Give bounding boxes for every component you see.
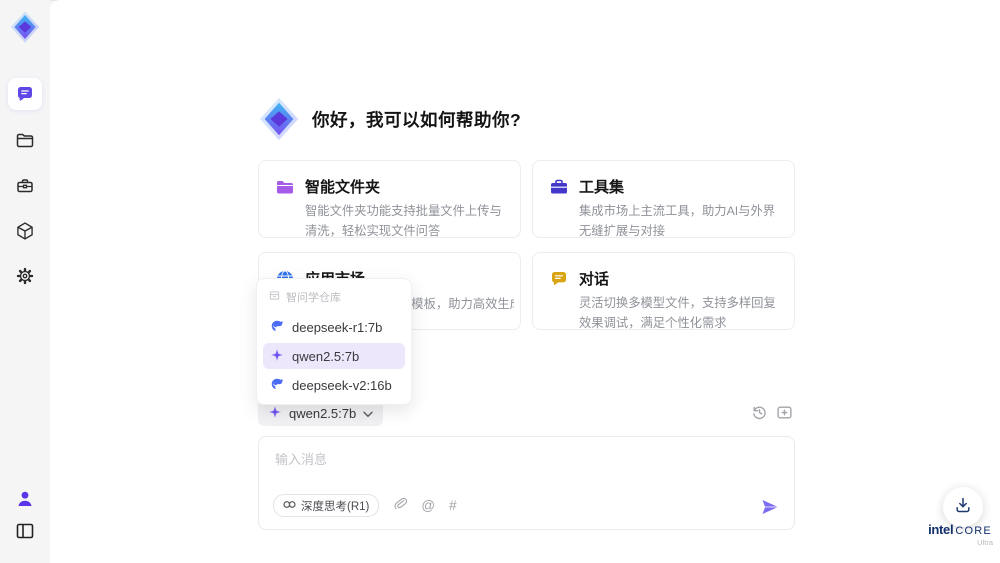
sidebar-item-account[interactable]	[0, 489, 50, 514]
sidebar	[0, 0, 50, 563]
download-icon	[953, 495, 973, 520]
folder-icon	[15, 131, 35, 156]
qwen-icon	[270, 348, 284, 365]
composer: 深度思考(R1) @ #	[258, 436, 795, 530]
cube-icon	[15, 221, 35, 246]
model-option-qwen[interactable]: qwen2.5:7b	[263, 343, 405, 369]
deepthink-icon	[283, 500, 296, 512]
deepseek-icon	[270, 319, 284, 336]
hash-icon[interactable]: #	[449, 499, 457, 513]
download-button[interactable]	[943, 487, 983, 527]
toolbox-icon	[15, 176, 35, 201]
sidebar-item-chat[interactable]	[0, 78, 50, 110]
chevron-down-icon	[363, 406, 373, 421]
new-window-icon[interactable]	[776, 404, 793, 421]
sidebar-item-models[interactable]	[0, 221, 50, 246]
card-dialogue[interactable]: 对话 灵活切换多模型文件，支持多样回复效果调试，满足个性化需求	[532, 252, 795, 330]
user-icon	[15, 489, 35, 514]
card-title: 智能文件夹	[305, 179, 381, 196]
sidebar-item-collapse[interactable]	[0, 521, 50, 546]
repository-icon	[269, 290, 280, 304]
model-selector-value: qwen2.5:7b	[289, 405, 357, 421]
card-description: 集成市场上主流工具，助力AI与外界无缝扩展与对接	[579, 204, 776, 238]
settings-gear-icon	[15, 266, 35, 291]
app-logo	[0, 10, 50, 44]
intel-wordmark: intel	[928, 522, 954, 537]
folder-icon	[275, 177, 295, 222]
chat-bubble-icon	[549, 269, 569, 314]
sidebar-item-toolset[interactable]	[0, 176, 50, 201]
model-dropdown: 智问学仓库 deepseek-r1:7b qwen2.5:7b deepseek…	[256, 278, 412, 405]
card-smart-folder[interactable]: 智能文件夹 智能文件夹功能支持批量文件上传与清洗，轻松实现文件问答	[258, 160, 521, 238]
panel-layout-icon	[15, 521, 35, 546]
chat-icon	[8, 78, 42, 110]
card-title: 工具集	[579, 179, 625, 196]
card-description-fragment: 本模板，助力高效生成多	[399, 297, 514, 311]
deepseek-icon	[270, 377, 284, 394]
message-input[interactable]	[273, 447, 697, 491]
qwen-icon	[268, 405, 282, 422]
sidebar-item-settings[interactable]	[0, 266, 50, 291]
card-title: 对话	[579, 271, 610, 288]
paperclip-icon[interactable]	[393, 496, 408, 516]
model-dropdown-header: 智问学仓库	[263, 285, 405, 311]
model-option-deepseek-v2[interactable]: deepseek-v2:16b	[263, 372, 405, 398]
core-wordmark: CORE	[955, 525, 992, 537]
intel-core-logo: intel CORE Ultra	[927, 522, 993, 547]
model-option-deepseek-r1[interactable]: deepseek-r1:7b	[263, 314, 405, 340]
card-toolset[interactable]: 工具集 集成市场上主流工具，助力AI与外界无缝扩展与对接	[532, 160, 795, 238]
card-description: 智能文件夹功能支持批量文件上传与清洗，轻松实现文件问答	[305, 204, 502, 238]
greeting-logo	[256, 96, 302, 147]
page-title: 你好，我可以如何帮助你?	[312, 110, 522, 130]
send-icon[interactable]	[760, 497, 780, 517]
briefcase-icon	[549, 177, 569, 222]
at-icon[interactable]: @	[421, 499, 435, 513]
history-icon[interactable]	[751, 404, 768, 421]
tier-label: Ultra	[977, 538, 993, 547]
deepthink-button[interactable]: 深度思考(R1)	[273, 494, 380, 517]
sidebar-item-folders[interactable]	[0, 131, 50, 156]
card-description: 灵活切换多模型文件，支持多样回复效果调试，满足个性化需求	[579, 296, 776, 330]
